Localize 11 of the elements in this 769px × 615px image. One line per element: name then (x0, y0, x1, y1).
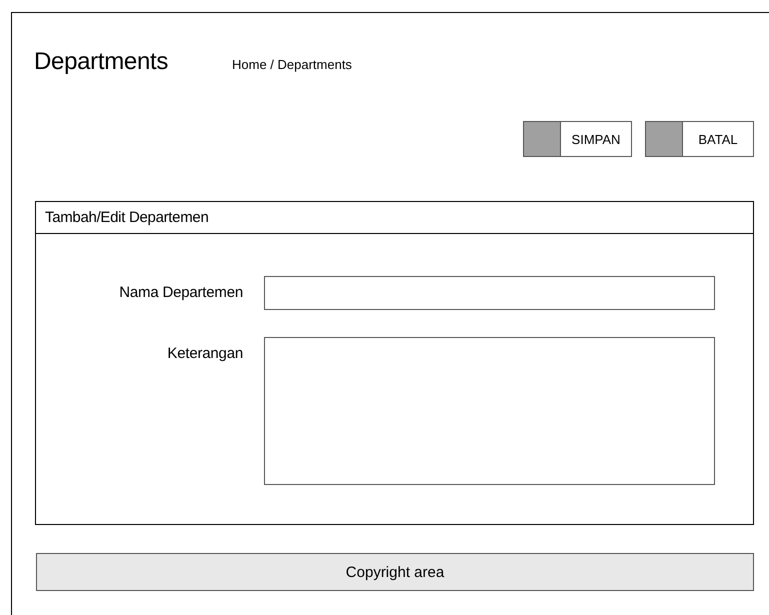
footer: Copyright area (36, 553, 754, 591)
action-button[interactable]: SIMPAN (523, 121, 632, 157)
page-title: Departments (34, 48, 170, 76)
placeholder-icon (524, 122, 561, 156)
input-field[interactable] (264, 276, 715, 310)
field-label: Nama Departemen (118, 283, 243, 301)
action-button[interactable]: BATAL (645, 121, 754, 157)
placeholder-icon (646, 122, 683, 156)
breadcrumb: Home / Departments (232, 57, 352, 72)
field-label: Keterangan (166, 344, 243, 362)
panel-title: Tambah/Edit Departemen (36, 202, 753, 234)
